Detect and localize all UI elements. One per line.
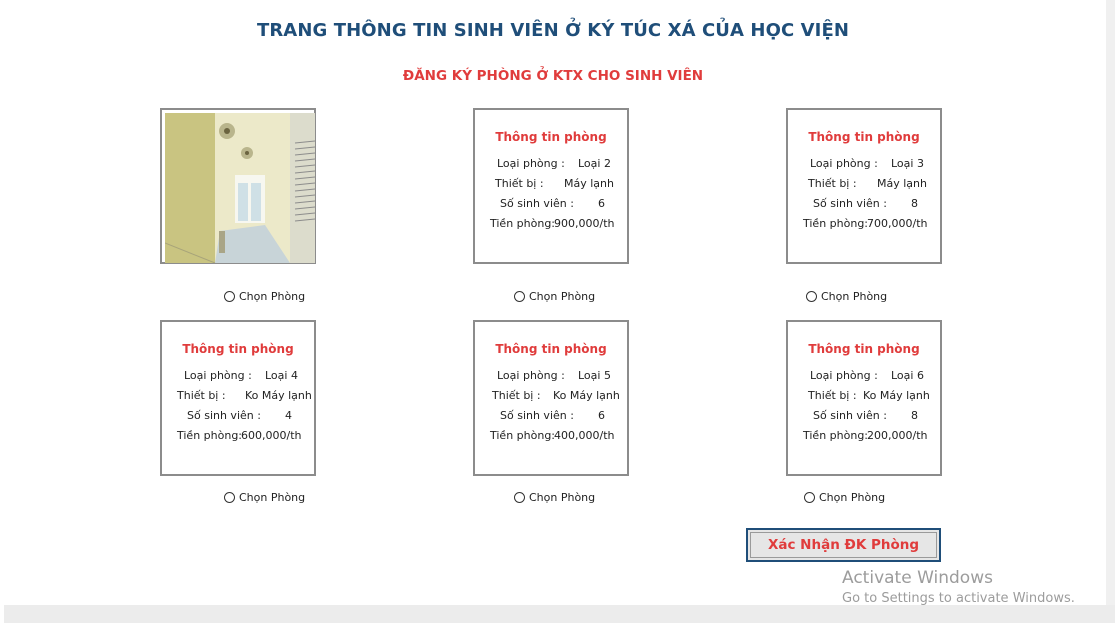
students-value: 6 bbox=[598, 409, 605, 422]
choose-room-radio-6[interactable]: Chọn Phòng bbox=[804, 491, 885, 504]
radio-label: Chọn Phòng bbox=[529, 290, 596, 303]
radio-circle[interactable] bbox=[514, 492, 525, 503]
horizontal-scrollbar[interactable] bbox=[4, 605, 1115, 623]
students-value: 8 bbox=[911, 409, 918, 422]
room-card-2: Thông tin phòng Loại phòng : Loại 2 Thiết… bbox=[473, 108, 629, 264]
equipment-value: Máy lạnh bbox=[877, 177, 927, 190]
price-value: 900,000/th bbox=[554, 217, 615, 230]
page-subtitle: ĐĂNG KÝ PHÒNG Ở KTX CHO SINH VIÊN bbox=[402, 68, 704, 84]
choose-room-radio-4[interactable]: Chọn Phòng bbox=[224, 491, 305, 504]
room-type-value: Loại 3 bbox=[891, 157, 924, 170]
equipment-value: Ko Máy lạnh bbox=[553, 389, 620, 402]
room-card-6: Thông tin phòng Loại phòng : Loại 6 Thiết… bbox=[786, 320, 942, 476]
students-label: Số sinh viên : bbox=[813, 409, 887, 422]
room-type-label: Loại phòng : bbox=[497, 369, 565, 382]
room-card-4: Thông tin phòng Loại phòng : Loại 4 Thiết… bbox=[160, 320, 316, 476]
price-label: Tiền phòng: bbox=[490, 217, 556, 230]
card-title: Thông tin phòng bbox=[495, 342, 607, 356]
equipment-label: Thiết bị : bbox=[492, 389, 541, 402]
room-type-label: Loại phòng : bbox=[184, 369, 252, 382]
equipment-label: Thiết bị : bbox=[177, 389, 226, 402]
choose-room-radio-3[interactable]: Chọn Phòng bbox=[806, 290, 887, 303]
room-type-label: Loại phòng : bbox=[497, 157, 565, 170]
room-photo bbox=[165, 113, 315, 263]
equipment-value: Ko Máy lạnh bbox=[863, 389, 930, 402]
vertical-scrollbar[interactable] bbox=[1106, 0, 1115, 605]
radio-circle[interactable] bbox=[514, 291, 525, 302]
confirm-register-label: Xác Nhận ĐK Phòng bbox=[750, 532, 937, 558]
radio-circle[interactable] bbox=[224, 492, 235, 503]
price-value: 200,000/th bbox=[867, 429, 928, 442]
price-label: Tiền phòng: bbox=[177, 429, 243, 442]
card-title: Thông tin phòng bbox=[808, 130, 920, 144]
confirm-register-button[interactable]: Xác Nhận ĐK Phòng bbox=[746, 528, 941, 562]
students-label: Số sinh viên : bbox=[813, 197, 887, 210]
room-type-value: Loại 2 bbox=[578, 157, 611, 170]
choose-room-radio-2[interactable]: Chọn Phòng bbox=[514, 290, 595, 303]
room-type-value: Loại 5 bbox=[578, 369, 611, 382]
price-label: Tiền phòng: bbox=[490, 429, 556, 442]
radio-circle[interactable] bbox=[224, 291, 235, 302]
room-card-5: Thông tin phòng Loại phòng : Loại 5 Thiết… bbox=[473, 320, 629, 476]
activate-windows-watermark: Activate Windows Go to Settings to activ… bbox=[842, 568, 1075, 606]
radio-label: Chọn Phòng bbox=[239, 491, 306, 504]
radio-label: Chọn Phòng bbox=[819, 491, 886, 504]
students-label: Số sinh viên : bbox=[187, 409, 261, 422]
room-card-3: Thông tin phòng Loại phòng : Loại 3 Thiết… bbox=[786, 108, 942, 264]
choose-room-radio-1[interactable]: Chọn Phòng bbox=[224, 290, 305, 303]
radio-circle[interactable] bbox=[806, 291, 817, 302]
radio-label: Chọn Phòng bbox=[529, 491, 596, 504]
card-title: Thông tin phòng bbox=[495, 130, 607, 144]
room-type-label: Loại phòng : bbox=[810, 157, 878, 170]
activate-windows-hint: Go to Settings to activate Windows. bbox=[842, 591, 1075, 606]
page-title: TRANG THÔNG TIN SINH VIÊN Ở KÝ TÚC XÁ CỦ… bbox=[256, 20, 850, 41]
price-value: 700,000/th bbox=[867, 217, 928, 230]
activate-windows-title: Activate Windows bbox=[842, 568, 993, 588]
radio-label: Chọn Phòng bbox=[821, 290, 888, 303]
equipment-label: Thiết bị : bbox=[808, 389, 857, 402]
equipment-label: Thiết bị : bbox=[495, 177, 544, 190]
radio-label: Chọn Phòng bbox=[239, 290, 306, 303]
radio-circle[interactable] bbox=[804, 492, 815, 503]
students-value: 8 bbox=[911, 197, 918, 210]
room-type-label: Loại phòng : bbox=[810, 369, 878, 382]
students-label: Số sinh viên : bbox=[500, 409, 574, 422]
choose-room-radio-5[interactable]: Chọn Phòng bbox=[514, 491, 595, 504]
price-label: Tiền phòng: bbox=[803, 217, 869, 230]
card-title: Thông tin phòng bbox=[182, 342, 294, 356]
room-card-1 bbox=[160, 108, 316, 264]
students-value: 4 bbox=[285, 409, 292, 422]
price-value: 400,000/th bbox=[554, 429, 615, 442]
students-value: 6 bbox=[598, 197, 605, 210]
students-label: Số sinh viên : bbox=[500, 197, 574, 210]
equipment-label: Thiết bị : bbox=[808, 177, 857, 190]
equipment-value: Ko Máy lạnh bbox=[245, 389, 312, 402]
card-title: Thông tin phòng bbox=[808, 342, 920, 356]
room-type-value: Loại 6 bbox=[891, 369, 924, 382]
room-type-value: Loại 4 bbox=[265, 369, 298, 382]
price-label: Tiền phòng: bbox=[803, 429, 869, 442]
price-value: 600,000/th bbox=[241, 429, 302, 442]
equipment-value: Máy lạnh bbox=[564, 177, 614, 190]
